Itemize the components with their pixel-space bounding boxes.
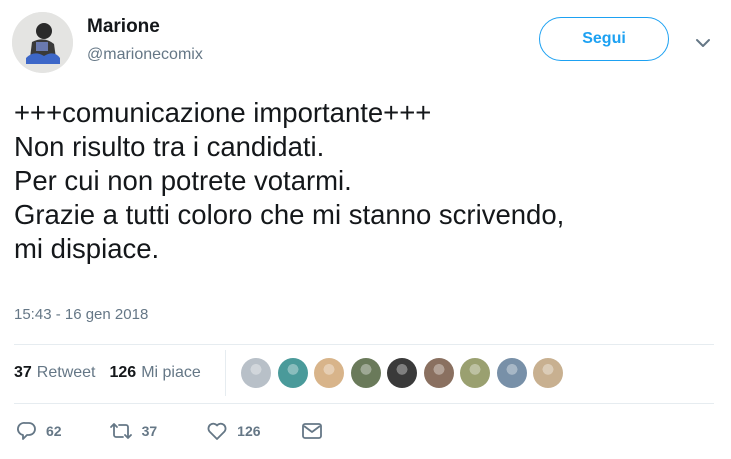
- like-stat-count: 126: [109, 364, 137, 381]
- like-button[interactable]: 126: [205, 420, 261, 442]
- avatar-illustration: [12, 12, 73, 73]
- author-name[interactable]: Marione: [87, 16, 160, 38]
- divider: [14, 403, 714, 404]
- retweet-stat-count: 37: [14, 364, 32, 381]
- reply-count: 62: [46, 423, 62, 439]
- envelope-icon: [301, 423, 322, 439]
- tweet-line: Per cui non potrete votarmi.: [14, 165, 352, 196]
- like-stat-label: Mi piace: [141, 364, 201, 381]
- like-stat[interactable]: 126 Mi piace: [110, 364, 201, 382]
- retweet-stat[interactable]: 37 Retweet: [14, 364, 96, 382]
- liker-avatars: [241, 358, 570, 388]
- retweet-button[interactable]: 37: [108, 420, 158, 442]
- retweet-stat-label: Retweet: [36, 364, 96, 381]
- like-action-count: 126: [237, 423, 261, 439]
- liker-avatar[interactable]: [423, 358, 454, 388]
- liker-avatar[interactable]: [533, 358, 563, 388]
- tweet-line: mi dispiace.: [14, 233, 160, 264]
- reply-icon: [17, 422, 36, 440]
- retweet-action-count: 37: [141, 423, 158, 439]
- reply-button[interactable]: 62: [16, 420, 62, 442]
- liker-avatar[interactable]: [241, 358, 271, 388]
- divider: [14, 344, 714, 345]
- follow-button[interactable]: Segui: [539, 17, 669, 61]
- tweet-text: +++comunicazione importante+++ Non risult…: [14, 96, 714, 266]
- tweet-line: Grazie a tutti coloro che mi stanno scri…: [14, 199, 565, 230]
- liker-avatar[interactable]: [350, 358, 381, 388]
- retweet-icon: [109, 423, 132, 439]
- tweet-timestamp[interactable]: 15:43 - 16 gen 2018: [14, 306, 148, 323]
- engagement-stats: 37 Retweet 126 Mi piace: [14, 364, 201, 382]
- liker-avatar[interactable]: [496, 358, 527, 388]
- liker-avatar[interactable]: [277, 358, 308, 388]
- stats-separator: [225, 350, 226, 396]
- direct-message-button[interactable]: [301, 420, 323, 442]
- heart-icon: [207, 422, 227, 440]
- liker-avatar[interactable]: [460, 358, 490, 388]
- author-avatar[interactable]: [12, 12, 73, 73]
- liker-avatar[interactable]: [387, 358, 417, 388]
- chevron-down-icon[interactable]: [690, 30, 716, 56]
- liker-avatar[interactable]: [314, 358, 344, 388]
- tweet-line: +++comunicazione importante+++: [14, 97, 432, 128]
- tweet-actions: 62 37 126: [14, 420, 323, 442]
- tweet-line: Non risulto tra i candidati.: [14, 131, 325, 162]
- author-handle[interactable]: @marionecomix: [87, 46, 203, 64]
